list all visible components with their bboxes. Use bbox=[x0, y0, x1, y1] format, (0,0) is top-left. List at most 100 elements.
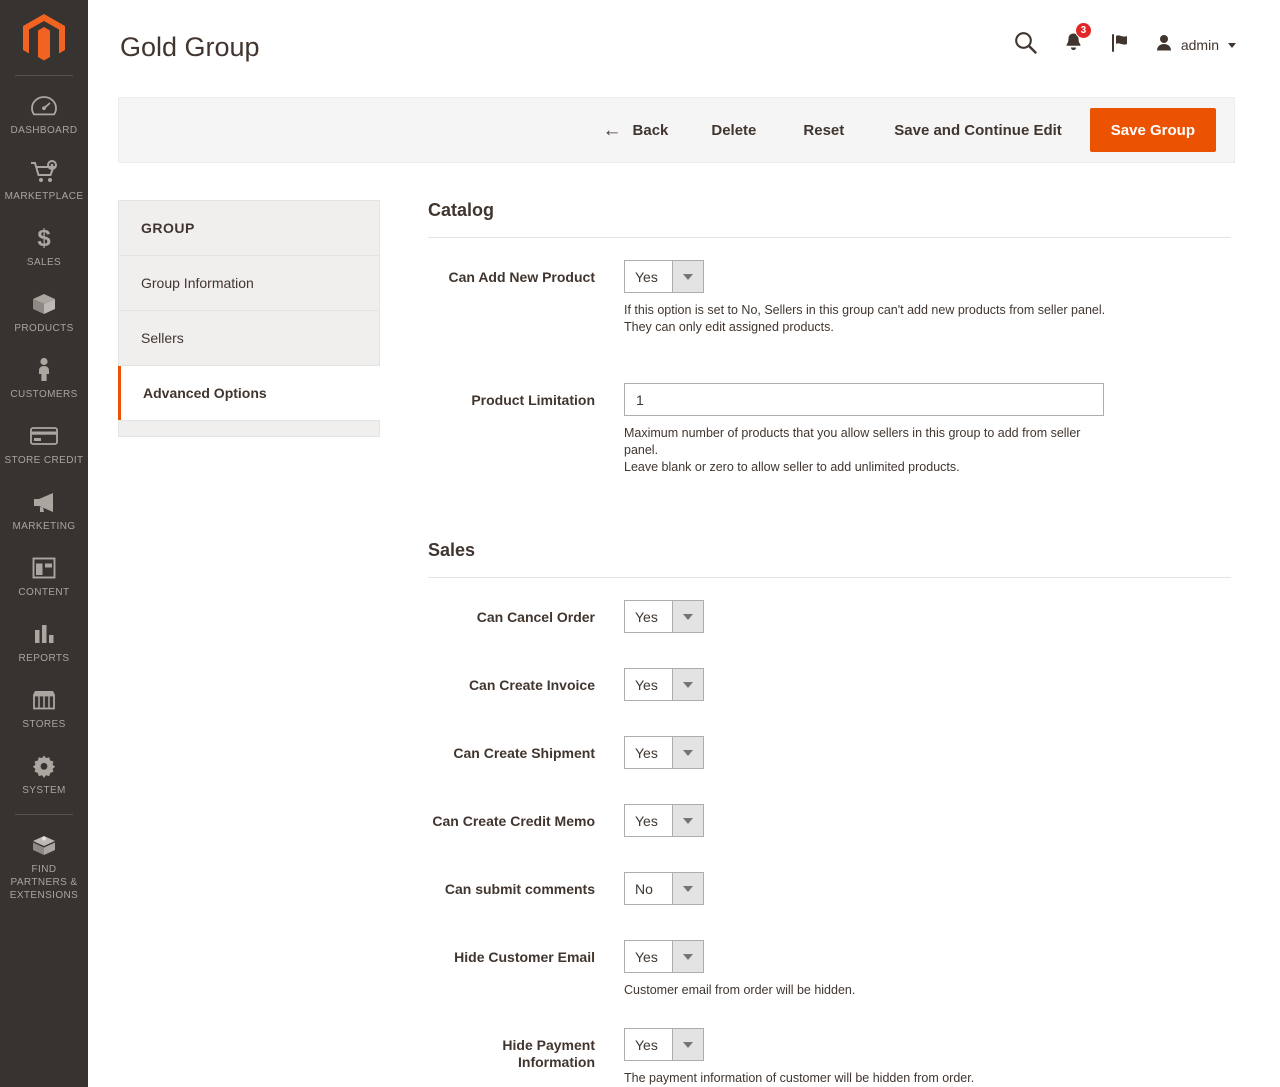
magento-logo[interactable] bbox=[0, 0, 88, 75]
box-icon bbox=[29, 291, 59, 317]
back-button-label: Back bbox=[633, 122, 669, 139]
delete-button[interactable]: Delete bbox=[711, 114, 756, 147]
sidebar-divider-top bbox=[15, 75, 73, 76]
field-can-create-invoice: Can Create Invoice Yes bbox=[428, 668, 1238, 701]
tab-group-information[interactable]: Group Information bbox=[118, 256, 380, 311]
reset-button[interactable]: Reset bbox=[803, 114, 844, 147]
sidebar-item-customers[interactable]: Customers bbox=[0, 346, 88, 412]
sidebar-item-marketing[interactable]: Marketing bbox=[0, 478, 88, 544]
chevron-down-icon bbox=[672, 941, 703, 972]
field-label: Hide Payment Information bbox=[428, 1028, 624, 1071]
chevron-down-icon bbox=[1228, 43, 1236, 48]
field-control: Maximum number of products that you allo… bbox=[624, 383, 1238, 476]
sidebar-item-dashboard[interactable]: Dashboard bbox=[0, 82, 88, 148]
can-submit-comments-select[interactable]: No bbox=[624, 872, 704, 905]
tab-label: Advanced Options bbox=[143, 385, 267, 401]
sidebar-divider-bottom bbox=[15, 814, 73, 815]
hide-payment-information-select[interactable]: Yes bbox=[624, 1028, 704, 1061]
chevron-down-icon bbox=[672, 669, 703, 700]
field-label: Can Cancel Order bbox=[428, 600, 624, 626]
field-can-submit-comments: Can submit comments No bbox=[428, 872, 1238, 905]
delete-button-label: Delete bbox=[711, 122, 756, 139]
field-can-cancel-order: Can Cancel Order Yes bbox=[428, 600, 1238, 633]
back-button[interactable]: ← Back bbox=[603, 113, 669, 148]
advanced-options-form: Catalog Can Add New Product Yes If this … bbox=[428, 200, 1238, 1087]
select-value: Yes bbox=[625, 261, 672, 292]
can-add-new-product-select[interactable]: Yes bbox=[624, 260, 704, 293]
chevron-down-icon bbox=[672, 261, 703, 292]
chevron-down-icon bbox=[672, 1029, 703, 1060]
primary-sidebar: Dashboard Marketplace $ Sales Products C… bbox=[0, 0, 88, 1087]
field-control: Yes If this option is set to No, Sellers… bbox=[624, 260, 1238, 336]
tabs-heading: GROUP bbox=[118, 200, 380, 256]
search-button[interactable] bbox=[1002, 28, 1050, 62]
spacer bbox=[428, 912, 1238, 940]
hide-customer-email-select[interactable]: Yes bbox=[624, 940, 704, 973]
field-note: The payment information of customer will… bbox=[624, 1061, 1114, 1087]
save-group-label: Save Group bbox=[1111, 122, 1195, 139]
chevron-down-icon bbox=[672, 873, 703, 904]
notification-count-badge: 3 bbox=[1075, 22, 1092, 39]
admin-menu[interactable]: admin bbox=[1154, 33, 1236, 58]
flag-button[interactable] bbox=[1098, 28, 1146, 62]
tab-advanced-options[interactable]: Advanced Options bbox=[118, 366, 380, 421]
section-body: Can Cancel Order Yes Can Create Invoice bbox=[428, 578, 1238, 1087]
field-can-create-credit-memo: Can Create Credit Memo Yes bbox=[428, 804, 1238, 837]
sidebar-label: Reports bbox=[19, 652, 70, 665]
field-control: Yes bbox=[624, 736, 1238, 769]
reset-button-label: Reset bbox=[803, 122, 844, 139]
sidebar-item-content[interactable]: Content bbox=[0, 544, 88, 610]
can-create-credit-memo-select[interactable]: Yes bbox=[624, 804, 704, 837]
field-control: Yes Customer email from order will be hi… bbox=[624, 940, 1238, 999]
dollar-sign-icon: $ bbox=[29, 225, 59, 251]
field-label: Can Create Invoice bbox=[428, 668, 624, 694]
sidebar-item-reports[interactable]: Reports bbox=[0, 610, 88, 676]
sidebar-label: System bbox=[22, 784, 66, 797]
sidebar-item-products[interactable]: Products bbox=[0, 280, 88, 346]
can-cancel-order-select[interactable]: Yes bbox=[624, 600, 704, 633]
page-header: Gold Group 3 bbox=[88, 0, 1280, 90]
can-create-shipment-select[interactable]: Yes bbox=[624, 736, 704, 769]
sidebar-label: Find Partners & Extensions bbox=[4, 863, 84, 902]
save-and-continue-button[interactable]: Save and Continue Edit bbox=[894, 114, 1062, 147]
admin-page: Dashboard Marketplace $ Sales Products C… bbox=[0, 0, 1280, 1087]
page-actions-toolbar: ← Back Delete Reset Save and Continue Ed… bbox=[118, 97, 1235, 163]
can-create-invoice-select[interactable]: Yes bbox=[624, 668, 704, 701]
field-can-add-new-product: Can Add New Product Yes If this option i… bbox=[428, 260, 1238, 336]
field-control: Yes bbox=[624, 804, 1238, 837]
sidebar-item-stores[interactable]: Stores bbox=[0, 676, 88, 742]
section-title: Catalog bbox=[428, 200, 1238, 237]
field-hide-customer-email: Hide Customer Email Yes Customer email f… bbox=[428, 940, 1238, 999]
sidebar-label: Marketplace bbox=[5, 190, 84, 203]
section-body: Can Add New Product Yes If this option i… bbox=[428, 238, 1238, 476]
sidebar-label: Stores bbox=[22, 718, 65, 731]
sidebar-item-system[interactable]: System bbox=[0, 742, 88, 808]
spacer bbox=[428, 483, 1238, 540]
notifications-button[interactable]: 3 bbox=[1050, 28, 1098, 62]
page-title: Gold Group bbox=[120, 30, 260, 64]
tab-sellers[interactable]: Sellers bbox=[118, 311, 380, 366]
spacer bbox=[428, 844, 1238, 872]
sidebar-item-sales[interactable]: $ Sales bbox=[0, 214, 88, 280]
product-limitation-input[interactable] bbox=[624, 383, 1104, 416]
tab-label: Group Information bbox=[141, 275, 254, 291]
search-icon bbox=[1014, 31, 1037, 59]
save-group-button[interactable]: Save Group bbox=[1090, 108, 1216, 152]
magento-logo-icon bbox=[21, 13, 67, 63]
sidebar-item-store-credit[interactable]: Store Credit bbox=[0, 412, 88, 478]
sidebar-item-find-partners-extensions[interactable]: Find Partners & Extensions bbox=[0, 821, 88, 913]
field-label: Can Add New Product bbox=[428, 260, 624, 286]
layout-icon bbox=[29, 555, 59, 581]
chevron-down-icon bbox=[672, 601, 703, 632]
spacer bbox=[428, 640, 1238, 668]
select-value: Yes bbox=[625, 737, 672, 768]
field-can-create-shipment: Can Create Shipment Yes bbox=[428, 736, 1238, 769]
sidebar-label: Sales bbox=[27, 256, 61, 269]
field-label: Can Create Credit Memo bbox=[428, 804, 624, 830]
tab-label: Sellers bbox=[141, 330, 184, 346]
main-content: Gold Group 3 bbox=[88, 0, 1280, 1087]
credit-card-icon bbox=[29, 423, 59, 449]
chevron-down-icon bbox=[672, 805, 703, 836]
sidebar-item-marketplace[interactable]: Marketplace bbox=[0, 148, 88, 214]
gear-icon bbox=[29, 753, 59, 779]
